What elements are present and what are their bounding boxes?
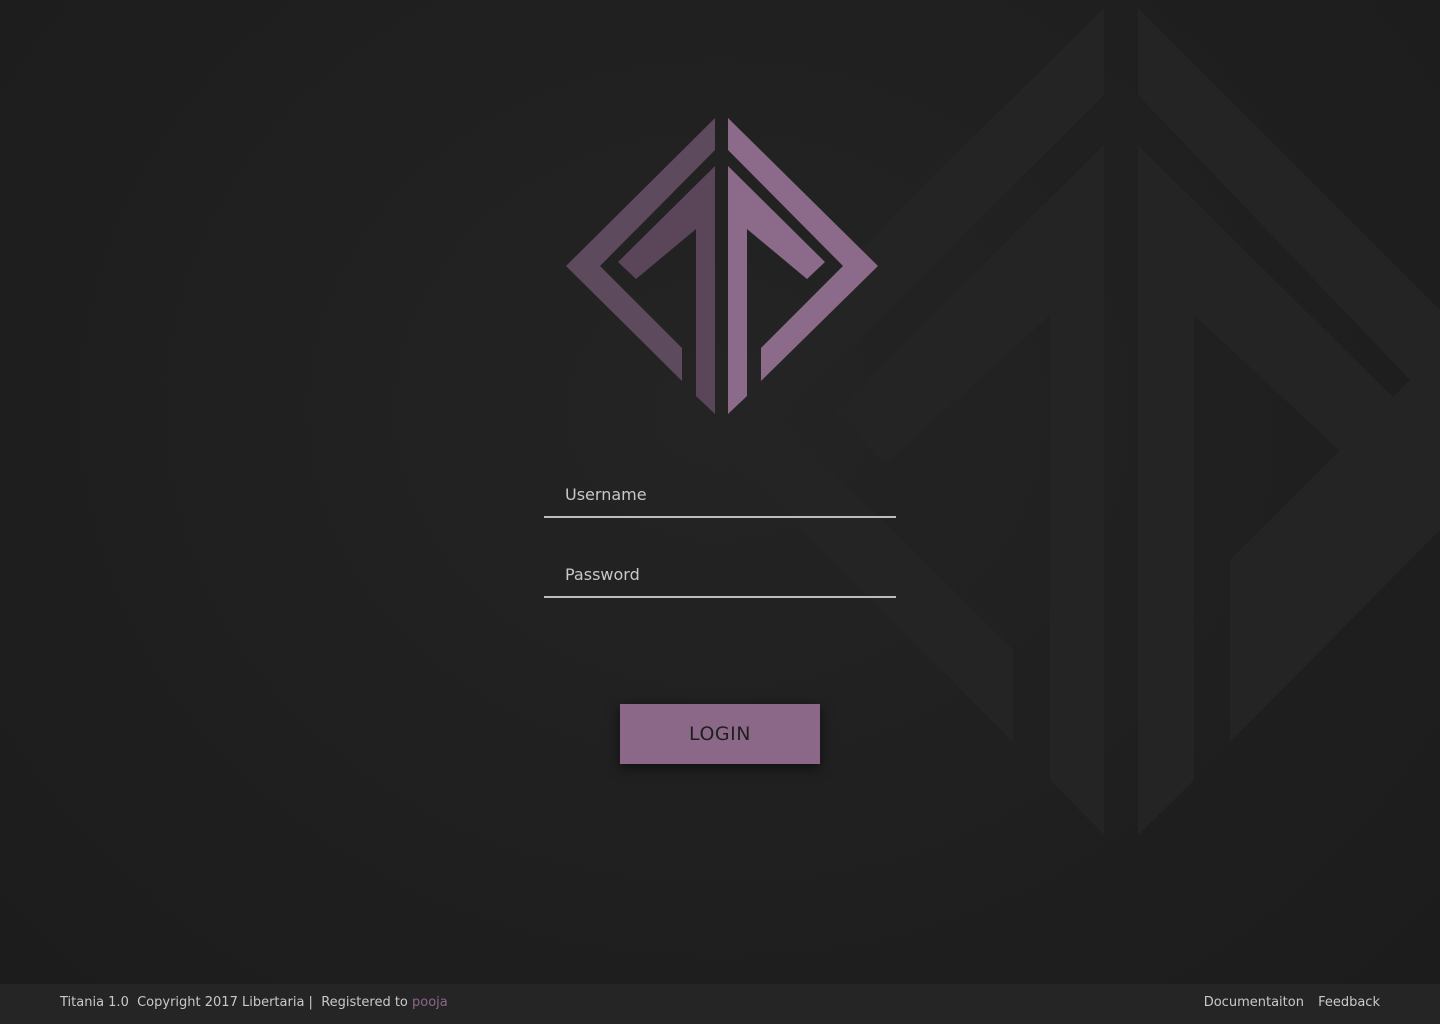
password-input[interactable]	[544, 552, 896, 596]
username-field	[544, 472, 896, 518]
login-button[interactable]: LOGIN	[620, 704, 820, 764]
feedback-link[interactable]: Feedback	[1318, 995, 1380, 1010]
titania-diamond-logo-icon	[566, 118, 878, 414]
login-page: LOGIN Titania 1.0 Copyright 2017 Liberta…	[0, 0, 1440, 1024]
footer-info: Titania 1.0 Copyright 2017 Libertaria | …	[60, 995, 448, 1010]
footer-links: Documentaiton Feedback	[1194, 995, 1380, 1010]
registered-user: pooja	[412, 995, 448, 1010]
password-field	[544, 552, 896, 598]
footer-bar: Titania 1.0 Copyright 2017 Libertaria | …	[0, 984, 1440, 1024]
documentation-link[interactable]: Documentaiton	[1204, 995, 1304, 1010]
product-version: Titania 1.0	[60, 995, 129, 1010]
copyright-text: Copyright 2017 Libertaria |	[137, 995, 313, 1010]
registered-to-label: Registered to	[321, 995, 408, 1010]
username-input[interactable]	[544, 472, 896, 516]
